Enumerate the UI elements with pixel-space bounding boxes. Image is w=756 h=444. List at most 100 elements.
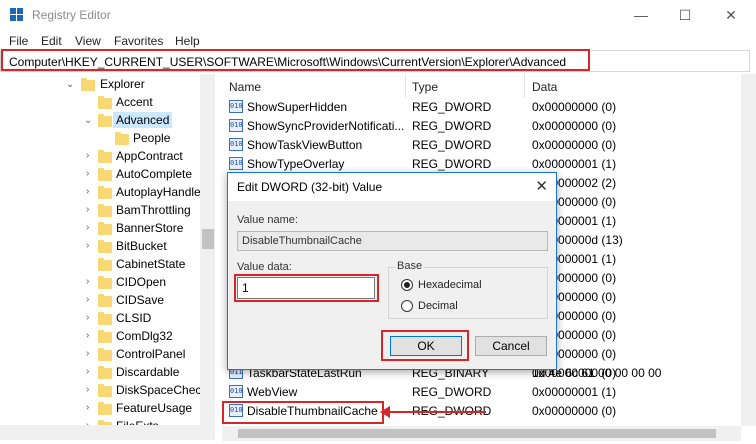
folder-icon <box>98 294 112 307</box>
tree-item-discardable[interactable]: › Discardable <box>84 364 182 382</box>
list-scrollbar[interactable] <box>741 74 756 426</box>
maximize-button[interactable]: ☐ <box>662 0 708 30</box>
chevron-down-icon[interactable]: ⌄ <box>66 79 74 90</box>
minimize-button[interactable]: — <box>618 0 664 30</box>
menu-view[interactable]: View <box>75 34 101 48</box>
dialog-close-icon[interactable]: ✕ <box>535 177 548 195</box>
chevron-right-icon[interactable]: › <box>86 294 89 305</box>
tree-scrollbar-thumb[interactable] <box>202 229 214 249</box>
dword-value-icon: 010 <box>229 157 243 170</box>
close-button[interactable]: ✕ <box>708 0 754 30</box>
chevron-right-icon[interactable]: › <box>86 150 89 161</box>
folder-icon <box>98 384 112 397</box>
folder-icon <box>98 330 112 343</box>
dword-value-icon: 010 <box>229 119 243 132</box>
value-name-field: DisableThumbnailCache <box>237 231 548 251</box>
tree-item-advanced[interactable]: ⌄ Advanced <box>84 112 173 130</box>
tree-item-controlpanel[interactable]: › ControlPanel <box>84 346 188 364</box>
tree-item-cabinetstate[interactable]: CabinetState <box>84 256 188 274</box>
dialog-title: Edit DWORD (32-bit) Value <box>237 180 383 194</box>
chevron-right-icon[interactable]: › <box>86 402 89 413</box>
cancel-button[interactable]: Cancel <box>475 336 547 356</box>
hexadecimal-label[interactable]: Hexadecimal <box>418 279 482 291</box>
tree-item-explorer[interactable]: ⌄ Explorer <box>66 76 148 94</box>
menu-help[interactable]: Help <box>175 34 200 48</box>
folder-icon <box>98 114 112 127</box>
folder-icon <box>98 186 112 199</box>
decimal-label[interactable]: Decimal <box>418 300 458 312</box>
chevron-right-icon[interactable]: › <box>86 330 89 341</box>
menu-bar: File Edit View Favorites Help <box>0 32 756 50</box>
tree-item-featureusage[interactable]: › FeatureUsage <box>84 400 195 418</box>
column-divider[interactable] <box>405 74 406 98</box>
key-tree: ⌄ Explorer Accent ⌄ Advanced People › Ap… <box>0 74 215 440</box>
column-header-data[interactable]: Data <box>532 80 557 94</box>
folder-icon <box>98 402 112 415</box>
ok-highlight-box <box>381 330 469 361</box>
table-row[interactable]: 010 ShowTypeOverlay REG_DWORD 0x00000001 (1… <box>222 155 742 173</box>
chevron-right-icon[interactable]: › <box>86 168 89 179</box>
tree-item-autoplayhandle[interactable]: › AutoplayHandle <box>84 184 204 202</box>
column-divider[interactable] <box>524 74 525 98</box>
tree-item-appcontract[interactable]: › AppContract <box>84 148 186 166</box>
chevron-right-icon[interactable]: › <box>86 312 89 323</box>
tree-item-diskspacecheck[interactable]: › DiskSpaceCheck <box>84 382 210 400</box>
folder-icon <box>98 276 112 289</box>
chevron-right-icon[interactable]: › <box>86 186 89 197</box>
chevron-right-icon[interactable]: › <box>86 240 89 251</box>
table-row[interactable]: 010 ShowTaskViewButton REG_DWORD 0x00000000… <box>222 136 742 154</box>
chevron-right-icon[interactable]: › <box>86 222 89 233</box>
folder-icon <box>98 168 112 181</box>
registry-editor-icon <box>10 8 24 22</box>
tree-item-people[interactable]: People <box>115 130 173 148</box>
tree-item-bitbucket[interactable]: › BitBucket <box>84 238 170 256</box>
window-title: Registry Editor <box>32 8 111 22</box>
red-arrow-annotation <box>380 406 486 418</box>
table-row[interactable]: 010 WebView REG_DWORD 0x00000001 (1) <box>222 383 742 401</box>
tree-item-comdlg32[interactable]: › ComDlg32 <box>84 328 176 346</box>
tree-scrollbar[interactable] <box>200 74 215 440</box>
folder-icon <box>98 222 112 235</box>
chevron-right-icon[interactable]: › <box>86 384 89 395</box>
tree-item-cidsave[interactable]: › CIDSave <box>84 292 167 310</box>
tree-item-clsid[interactable]: › CLSID <box>84 310 154 328</box>
dialog-title-bar: Edit DWORD (32-bit) Value ✕ <box>228 173 556 201</box>
menu-edit[interactable]: Edit <box>41 34 62 48</box>
value-data-highlight-box <box>234 274 379 302</box>
menu-file[interactable]: File <box>9 34 28 48</box>
tree-item-bamthrottling[interactable]: › BamThrottling <box>84 202 194 220</box>
tree-item-bannerstore[interactable]: › BannerStore <box>84 220 186 238</box>
dword-value-icon: 010 <box>229 100 243 113</box>
folder-icon <box>98 240 112 253</box>
chevron-right-icon[interactable]: › <box>86 276 89 287</box>
tree-item-autocomplete[interactable]: › AutoComplete <box>84 166 195 184</box>
folder-icon <box>98 96 112 109</box>
base-group <box>388 267 548 319</box>
column-header-type[interactable]: Type <box>412 80 438 94</box>
hexadecimal-radio[interactable] <box>401 279 413 291</box>
address-highlight-box <box>1 49 590 71</box>
tree-item-cidopen[interactable]: › CIDOpen <box>84 274 169 292</box>
tree-item-accent[interactable]: Accent <box>98 94 156 112</box>
folder-icon <box>98 204 112 217</box>
table-row[interactable]: 010 ShowSuperHidden REG_DWORD 0x00000000 (0… <box>222 98 742 116</box>
tree-horizontal-scrollbar[interactable] <box>0 425 200 440</box>
value-name-label: Value name: <box>237 214 298 226</box>
dword-value-icon: 010 <box>229 138 243 151</box>
menu-favorites[interactable]: Favorites <box>114 34 163 48</box>
title-bar: Registry Editor — ☐ ✕ <box>0 0 756 30</box>
edit-dword-dialog: Edit DWORD (32-bit) Value ✕ Value name: … <box>227 172 557 370</box>
decimal-radio[interactable] <box>401 300 413 312</box>
column-header-name[interactable]: Name <box>229 80 261 94</box>
chevron-right-icon[interactable]: › <box>86 204 89 215</box>
folder-icon <box>98 258 112 271</box>
chevron-right-icon[interactable]: › <box>86 348 89 359</box>
base-label: Base <box>395 260 425 272</box>
row-highlight-box <box>222 401 384 424</box>
list-horizontal-scrollbar-thumb[interactable] <box>238 429 716 438</box>
table-row[interactable]: 010 ShowSyncProviderNotificati... REG_DWOR… <box>222 117 742 135</box>
folder-icon <box>81 78 95 91</box>
folder-icon <box>98 150 112 163</box>
chevron-down-icon[interactable]: ⌄ <box>84 115 92 126</box>
chevron-right-icon[interactable]: › <box>86 366 89 377</box>
